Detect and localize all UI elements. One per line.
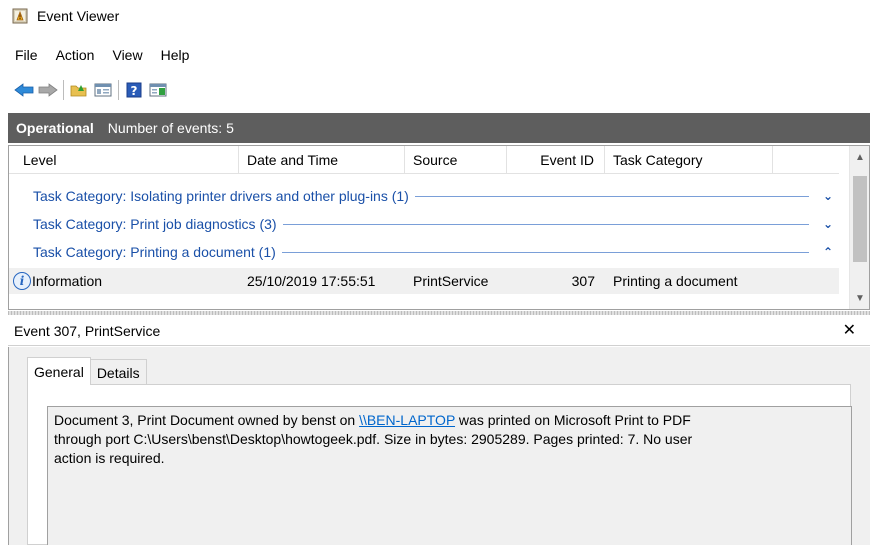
information-icon: i <box>13 272 31 290</box>
event-description[interactable]: Document 3, Print Document owned by bens… <box>47 406 852 545</box>
description-text: through port C:\Users\benst\Desktop\howt… <box>54 431 693 447</box>
column-level[interactable]: Level <box>9 146 239 174</box>
forward-arrow-icon[interactable] <box>36 78 60 102</box>
scrollbar-thumb[interactable] <box>853 176 867 262</box>
menu-bar: File Action View Help <box>0 43 198 67</box>
chevron-down-icon[interactable]: ⌄ <box>817 189 839 203</box>
event-row[interactable]: i Information 25/10/2019 17:55:51 PrintS… <box>9 268 839 294</box>
title-bar: Event Viewer <box>0 0 870 32</box>
scroll-up-icon[interactable]: ▲ <box>850 148 870 166</box>
vertical-scrollbar[interactable]: ▲ ▼ <box>849 146 869 309</box>
cell-date-time: 25/10/2019 17:55:51 <box>247 273 376 289</box>
log-header-bar: Operational Number of events: 5 <box>8 113 870 143</box>
description-text: action is required. <box>54 450 165 466</box>
column-header-row: Level Date and Time Source Event ID Task… <box>9 146 839 174</box>
toolbar-separator <box>118 80 119 100</box>
description-text: was printed on Microsoft Print to PDF <box>455 412 691 428</box>
column-filler <box>773 146 839 174</box>
back-arrow-icon[interactable] <box>12 78 36 102</box>
group-divider <box>281 251 809 253</box>
event-detail-pane: General Details Document 3, Print Docume… <box>8 347 870 545</box>
group-row[interactable]: Task Category: Isolating printer drivers… <box>9 184 839 208</box>
toolbar: ? <box>0 75 870 105</box>
event-viewer-app-icon <box>12 8 28 24</box>
group-label: Task Category: Printing a document (1) <box>33 244 276 260</box>
close-icon[interactable]: ✕ <box>843 323 856 339</box>
open-folder-icon[interactable] <box>67 78 91 102</box>
general-tab-content: Document 3, Print Document owned by bens… <box>27 384 852 545</box>
group-label: Task Category: Isolating printer drivers… <box>33 188 409 204</box>
menu-help[interactable]: Help <box>152 47 199 63</box>
pane-splitter[interactable] <box>8 311 870 315</box>
menu-view[interactable]: View <box>103 47 151 63</box>
computer-link[interactable]: \\BEN-LAPTOP <box>359 412 455 428</box>
menu-file[interactable]: File <box>6 47 47 63</box>
group-label: Task Category: Print job diagnostics (3) <box>33 216 277 232</box>
svg-text:?: ? <box>131 84 138 98</box>
column-date-time[interactable]: Date and Time <box>239 146 405 174</box>
event-detail-header: Event 307, PrintService ✕ <box>8 316 870 346</box>
level-text: Information <box>32 273 103 289</box>
window-title: Event Viewer <box>37 8 120 24</box>
help-icon[interactable]: ? <box>122 78 146 102</box>
action-pane-icon[interactable] <box>146 78 170 102</box>
events-list: Level Date and Time Source Event ID Task… <box>8 145 870 310</box>
description-text: Document 3, Print Document owned by bens… <box>54 412 360 428</box>
cell-level: i Information <box>9 268 239 294</box>
console-tree-icon[interactable] <box>91 78 115 102</box>
event-count: Number of events: 5 <box>107 120 234 136</box>
log-name: Operational <box>16 120 94 136</box>
column-task-category[interactable]: Task Category <box>605 146 773 174</box>
chevron-down-icon[interactable]: ⌄ <box>817 217 839 231</box>
group-row[interactable]: Task Category: Printing a document (1) ⌃ <box>9 240 839 264</box>
detail-tabs: General Details <box>27 357 147 385</box>
cell-event-id: 307 <box>571 273 595 289</box>
group-divider <box>282 223 809 225</box>
group-row[interactable]: Task Category: Print job diagnostics (3)… <box>9 212 839 236</box>
cell-source: PrintService <box>413 273 489 289</box>
column-event-id[interactable]: Event ID <box>507 146 605 174</box>
cell-task-category: Printing a document <box>613 273 738 289</box>
toolbar-separator <box>63 80 64 100</box>
column-source[interactable]: Source <box>405 146 507 174</box>
tab-details[interactable]: Details <box>89 359 147 385</box>
menu-action[interactable]: Action <box>47 47 104 63</box>
scroll-down-icon[interactable]: ▼ <box>850 289 870 307</box>
group-divider <box>414 195 809 197</box>
event-detail-title: Event 307, PrintService <box>14 322 161 339</box>
chevron-up-icon[interactable]: ⌃ <box>817 245 839 259</box>
tab-general[interactable]: General <box>27 357 91 385</box>
